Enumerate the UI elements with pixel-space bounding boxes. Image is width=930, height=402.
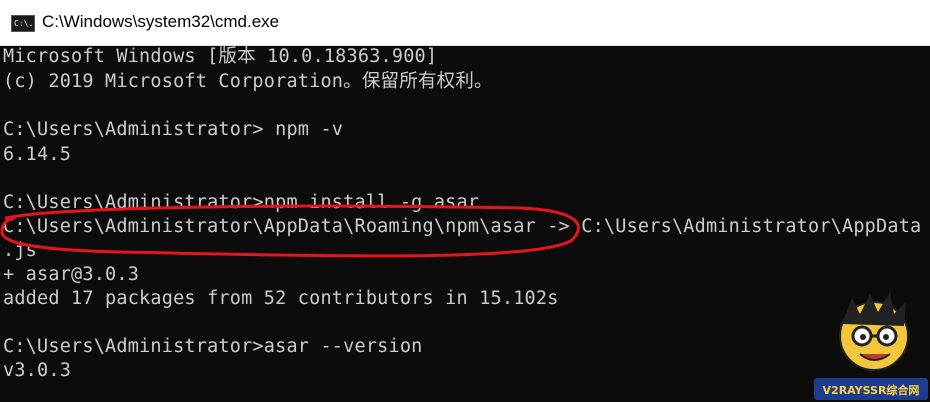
window-titlebar[interactable]: C:\. C:\Windows\system32\cmd.exe [0,0,930,46]
console-line: (c) 2019 Microsoft Corporation。保留所有权利。 [3,71,493,92]
cmd-app-icon[interactable]: C:\. [11,15,35,32]
console-line: + asar@3.0.3 [3,264,140,285]
console-line: C:\Users\Administrator>asar --version [3,336,423,357]
console-output[interactable]: Microsoft Windows [版本 10.0.18363.900] (c… [0,46,930,402]
console-line: Microsoft Windows [版本 10.0.18363.900] [3,46,438,67]
watermark-text: V2RAYSSR综合网 [823,383,920,397]
console-line: C:\Users\Administrator>npm install -g as… [3,192,480,213]
console-line: added 17 packages from 52 contributors i… [3,288,559,309]
console-line: v3.0.3 [3,360,72,381]
window-title: C:\Windows\system32\cmd.exe [42,12,280,31]
console-line: C:\Users\Administrator> npm -v [3,119,344,140]
console-line: C:\Users\Administrator\AppData\Roaming\n… [3,216,922,237]
console-line: 6.14.5 [3,144,72,165]
console-line: .js [3,240,38,261]
watermark-logo: V2RAYSSR综合网 [814,292,928,400]
